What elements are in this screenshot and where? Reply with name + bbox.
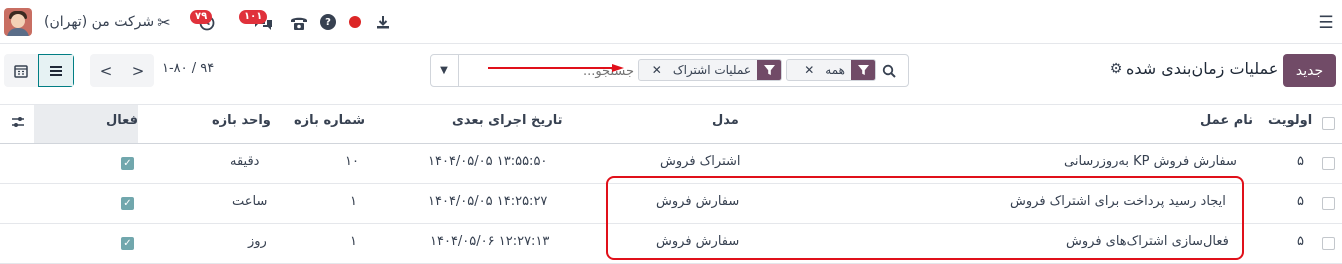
cell-name: به‌روزرسانی KP سفارش فروش — [1064, 154, 1237, 169]
filter-icon — [757, 60, 781, 80]
column-header-name[interactable]: نام عمل — [1200, 113, 1253, 128]
optional-columns-icon[interactable] — [10, 114, 26, 130]
cell-priority: ۵ — [1297, 234, 1304, 249]
next-page-button[interactable]: > — [122, 54, 154, 87]
column-header-interval-type[interactable]: واحد بازه — [212, 113, 271, 128]
row-checkbox[interactable] — [1322, 157, 1335, 170]
view-switcher — [4, 54, 74, 87]
calendar-view-button[interactable] — [4, 54, 38, 87]
column-header-active[interactable]: فعال — [106, 113, 138, 128]
cell-interval-number: ۱۰ — [345, 154, 359, 169]
column-header-nextcall[interactable]: تاریخ اجرای بعدی — [452, 113, 562, 128]
search-facet: عملیات اشتراک ✕ — [638, 59, 782, 81]
cell-interval-type: ساعت — [232, 194, 268, 209]
active-checkbox[interactable]: ✓ — [121, 237, 134, 250]
search-icon[interactable] — [880, 62, 898, 80]
table-header — [0, 104, 1342, 144]
record-icon[interactable] — [349, 16, 361, 28]
phone-icon[interactable] — [289, 13, 309, 33]
column-header-interval-number[interactable]: شماره بازه — [294, 113, 365, 128]
row-checkbox[interactable] — [1322, 197, 1335, 210]
download-icon[interactable] — [373, 12, 393, 32]
column-header-priority[interactable]: اولویت — [1268, 113, 1312, 128]
avatar-face — [11, 14, 25, 28]
cell-interval-number: ۱ — [350, 234, 357, 249]
avatar-body — [7, 28, 29, 36]
annotation-highlight-box — [606, 176, 1244, 260]
pager-buttons: < > — [90, 54, 154, 87]
page-title: عملیات زمان‌بندی شده — [1126, 59, 1279, 78]
cell-model: اشتراک فروش — [660, 154, 741, 169]
close-icon[interactable]: ✕ — [799, 60, 819, 80]
facet-label: همه — [825, 63, 845, 77]
column-header-model[interactable]: مدل — [712, 113, 739, 128]
search-facet: همه ✕ — [786, 59, 876, 81]
avatar[interactable] — [4, 8, 32, 36]
search-options-toggle[interactable]: ▼ — [430, 54, 459, 87]
cell-priority: ۵ — [1297, 154, 1304, 169]
cell-interval-type: روز — [248, 234, 267, 249]
row-checkbox[interactable] — [1322, 237, 1335, 250]
facet-label: عملیات اشتراک — [672, 63, 751, 77]
gear-icon[interactable]: ⚙ — [1108, 61, 1124, 77]
activities-badge: ۷۹ — [190, 10, 213, 24]
new-button[interactable]: جدید — [1283, 54, 1336, 87]
help-icon[interactable]: ? — [320, 14, 336, 30]
cell-nextcall: ۱۴۰۴/۰۵/۰۶ ۱۲:۲۷:۱۳ — [430, 234, 550, 249]
list-view-button[interactable] — [38, 54, 74, 87]
company-switcher[interactable]: شرکت من (تهران) — [44, 12, 154, 32]
active-checkbox[interactable]: ✓ — [121, 157, 134, 170]
messages-badge: ۱۰۱ — [239, 10, 268, 24]
cell-interval-number: ۱ — [350, 194, 357, 209]
active-checkbox[interactable]: ✓ — [121, 197, 134, 210]
close-icon[interactable]: ✕ — [647, 60, 667, 80]
hamburger-icon[interactable]: ☰ — [1316, 13, 1336, 33]
select-all-checkbox[interactable] — [1322, 117, 1335, 130]
cell-interval-type: دقیقه — [230, 154, 260, 169]
tools-icon[interactable]: ✂ — [154, 12, 174, 32]
cell-nextcall: ۱۴۰۴/۰۵/۰۵ ۱۴:۲۵:۲۷ — [428, 194, 548, 209]
annotation-arrow — [488, 64, 624, 72]
previous-page-button[interactable]: < — [90, 54, 122, 87]
cell-nextcall: ۱۴۰۴/۰۵/۰۵ ۱۳:۵۵:۵۰ — [428, 154, 548, 169]
filter-icon — [851, 60, 875, 80]
cell-priority: ۵ — [1297, 194, 1304, 209]
pager-value[interactable]: ۱-۸۰ / ۹۴ — [162, 61, 214, 76]
